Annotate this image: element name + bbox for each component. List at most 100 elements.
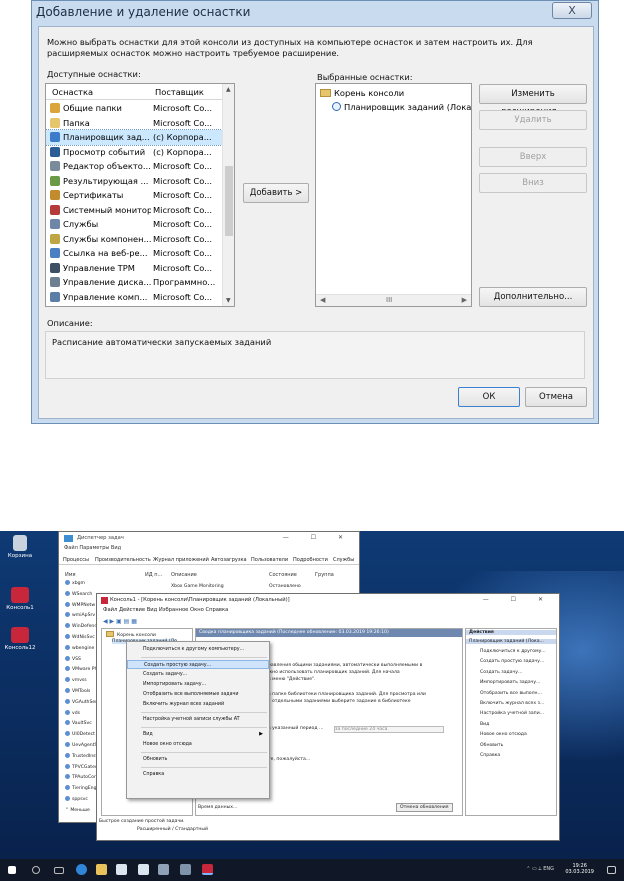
snapin-row[interactable]: Папка Microsoft Co... [46, 116, 222, 131]
service-row[interactable]: WinDefend [65, 623, 97, 629]
advanced-button[interactable]: Дополнительно... [479, 287, 587, 307]
horizontal-scrollbar[interactable]: ◀ III ▶ [316, 294, 471, 306]
action-item[interactable]: Подключиться к другому... [480, 649, 546, 654]
col-group[interactable]: Группа [315, 572, 334, 578]
service-row[interactable]: xbgm [65, 580, 85, 586]
col-vendor[interactable]: Поставщик [155, 87, 204, 97]
file-explorer-icon[interactable] [96, 864, 107, 875]
context-menu-item[interactable]: Отобразить все выполняемые задачи [127, 690, 269, 699]
tree-root[interactable]: Корень консоли [320, 88, 404, 98]
snapin-row[interactable]: Результирующая ... Microsoft Co... [46, 174, 222, 189]
task-view-icon[interactable] [54, 867, 64, 874]
view-tabs[interactable]: Расширенный / Стандартный [137, 827, 208, 832]
service-row[interactable]: VMTools [65, 688, 90, 694]
service-row[interactable]: WMPNetw [65, 601, 95, 608]
action-item[interactable]: Отобразить все выполн... [480, 691, 542, 696]
snapin-row[interactable]: Управление диска... Программно... [46, 275, 222, 290]
less-details-link[interactable]: ⌃ Меньше [65, 808, 90, 813]
snapin-row[interactable]: Службы компонен... Microsoft Co... [46, 232, 222, 247]
edge-icon[interactable] [76, 864, 87, 875]
snapin-row[interactable]: Системный монитор Microsoft Co... [46, 203, 222, 218]
action-item[interactable]: Создать задачу... [480, 670, 522, 675]
service-row[interactable]: sppsvc [65, 796, 88, 802]
action-item[interactable]: Настройка учетной запи... [480, 711, 544, 716]
search-icon[interactable] [32, 866, 40, 874]
scroll-left-icon[interactable]: ◀ [320, 296, 325, 304]
col-pid[interactable]: ИД п... [145, 572, 162, 578]
tab-processes[interactable]: Процессы [63, 557, 89, 563]
snapin-row[interactable]: Редактор объекто... Microsoft Co... [46, 159, 222, 174]
tab-users[interactable]: Пользователи [251, 557, 288, 563]
start-windows-icon[interactable] [8, 866, 16, 874]
tree-task-scheduler[interactable]: Планировщик заданий (Локаль [332, 102, 471, 112]
add-button[interactable]: Добавить > [243, 183, 309, 203]
store-icon[interactable] [116, 864, 127, 875]
context-menu-item[interactable]: Импортировать задачу... [127, 680, 269, 689]
notifications-icon[interactable] [607, 866, 616, 874]
action-item[interactable]: Создать простую задачу... [480, 659, 544, 664]
tab-performance[interactable]: Производительность [95, 557, 151, 563]
desktop-icon-console12[interactable]: Консоль12 [0, 627, 40, 651]
service-row[interactable]: wbengine [65, 644, 94, 651]
action-item[interactable]: Справка [480, 753, 500, 758]
service-row[interactable]: VMware Ph [65, 666, 97, 672]
cancel-button[interactable]: Отмена [525, 387, 587, 407]
snapin-row[interactable]: Общие папки Microsoft Co... [46, 101, 222, 116]
service-row[interactable]: wmiApSrv [65, 612, 95, 618]
service-row[interactable]: TrustedInst [65, 752, 97, 759]
context-menu-item[interactable]: Настройка учетной записи службы AT [127, 715, 269, 724]
move-up-button[interactable]: Вверх [479, 147, 587, 167]
ok-button[interactable]: ОК [458, 387, 520, 407]
service-row[interactable]: TieringEng [65, 785, 97, 791]
close-button[interactable]: X [552, 2, 592, 19]
tab-services[interactable]: Службы [333, 557, 354, 563]
service-row[interactable]: VaultSvc [65, 720, 92, 726]
scroll-up-icon[interactable]: ▲ [226, 86, 231, 93]
service-row[interactable]: UevAgentS [65, 742, 97, 748]
col-description[interactable]: Описание [171, 572, 197, 578]
context-menu-item[interactable]: Создать задачу... [127, 670, 269, 679]
tree-root-node[interactable]: Корень консоли [106, 631, 156, 638]
scroll-thumb-grip[interactable]: III [386, 296, 392, 304]
context-menu-item[interactable]: Справка [127, 770, 269, 779]
snapin-row[interactable]: Просмотр событий (c) Корпора... [46, 145, 222, 160]
service-row[interactable]: UI0Detect [65, 731, 95, 737]
action-item[interactable]: Новое окно отсюда [480, 732, 527, 737]
context-menu-item[interactable]: Новое окно отсюда [127, 740, 269, 749]
move-down-button[interactable]: Вниз [479, 173, 587, 193]
service-row[interactable]: VGAuthSer [65, 698, 97, 705]
snapin-row[interactable]: Службы Microsoft Co... [46, 217, 222, 232]
snapin-row[interactable]: Управление TPM Microsoft Co... [46, 261, 222, 276]
action-item[interactable]: Вид [480, 722, 489, 727]
task-manager-menu[interactable]: Файл Параметры Вид [64, 545, 121, 551]
system-tray[interactable]: ⌃ ▭ ⟂ ENG [526, 866, 554, 872]
edit-extensions-button[interactable]: Изменить расширения... [479, 84, 587, 117]
tab-details[interactable]: Подробности [293, 557, 328, 563]
scrollbar-thumb[interactable] [225, 166, 233, 236]
console-taskbar-icon[interactable] [202, 864, 213, 875]
context-menu-item[interactable]: Создать простую задачу... [127, 660, 269, 669]
mail-icon[interactable] [138, 864, 149, 875]
snapin-row[interactable]: Сертификаты Microsoft Co... [46, 188, 222, 203]
remove-button[interactable]: Удалить [479, 110, 587, 130]
service-row[interactable]: VSS [65, 655, 81, 662]
actions-subheader[interactable]: Планировщик заданий (Лока... [466, 639, 556, 644]
context-menu-item[interactable]: Включить журнал всех заданий [127, 700, 269, 709]
col-name[interactable]: Имя [65, 572, 76, 578]
snapin-row[interactable]: Ссылка на веб-ре... Microsoft Co... [46, 246, 222, 261]
service-row[interactable]: TPAutoCon [65, 774, 97, 780]
tools-icon[interactable] [158, 864, 169, 875]
action-item[interactable]: Импортировать задачу... [480, 680, 540, 685]
available-snapins-list[interactable]: Оснастка Поставщик Общие папки Microsoft … [45, 83, 235, 307]
snapin-row[interactable]: Управление комп... Microsoft Co... [46, 290, 222, 305]
mmc-toolbar[interactable]: ◀ ▶ ▣ ▤ ▦ [103, 618, 137, 626]
desktop-icon-recycle-bin[interactable]: Корзина [0, 535, 40, 559]
scroll-right-icon[interactable]: ▶ [462, 296, 467, 304]
service-row[interactable]: WSearch [65, 590, 92, 597]
vertical-scrollbar[interactable]: ▲ ▼ [222, 84, 234, 306]
tab-app-history[interactable]: Журнал приложений [153, 557, 209, 563]
desktop-icon-console1[interactable]: Консоль1 [0, 587, 40, 611]
period-dropdown[interactable]: за последние 24 часа [334, 726, 444, 733]
service-row[interactable]: vmvss [65, 677, 87, 683]
action-item[interactable]: Обновить [480, 743, 503, 748]
